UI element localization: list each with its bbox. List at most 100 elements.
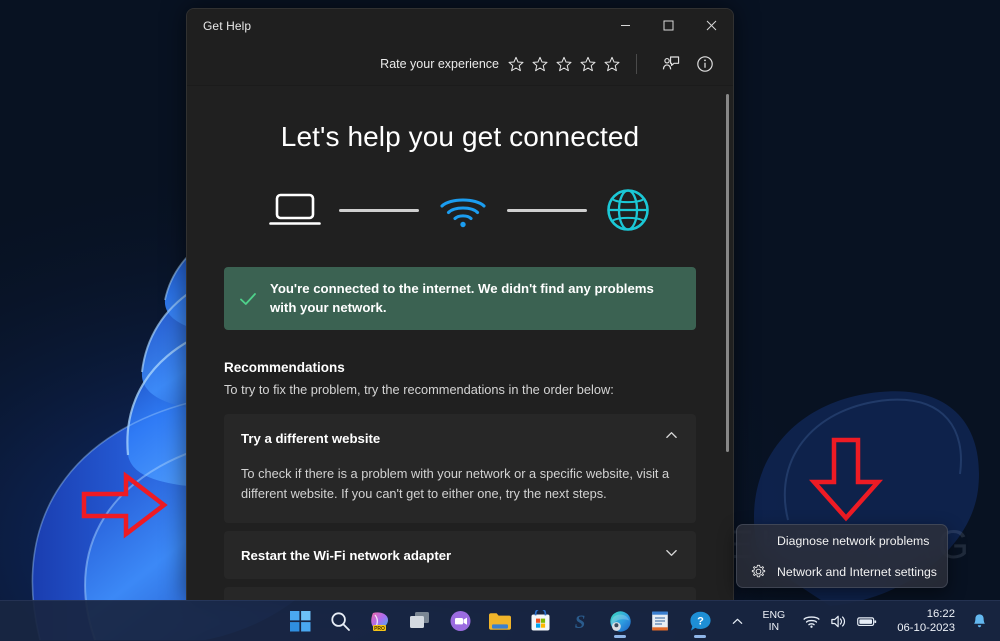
- system-tray: ENG IN 16:22 06-10-2023: [726, 601, 992, 641]
- status-message: You're connected to the internet. We did…: [270, 281, 654, 315]
- recommendation-card-header-2[interactable]: Restart the Wi-Fi network adapter: [224, 531, 696, 579]
- teams-chat-button[interactable]: [440, 601, 480, 641]
- skype-button[interactable]: S: [560, 601, 600, 641]
- rate-experience-label: Rate your experience: [380, 56, 499, 71]
- battery-tray-icon: [857, 616, 877, 626]
- search-button[interactable]: [320, 601, 360, 641]
- copilot-pro-button[interactable]: PRO: [360, 601, 400, 641]
- check-icon: [240, 292, 256, 305]
- recommendations-list: Try a different website To check if ther…: [188, 414, 732, 600]
- connection-diagram: [188, 187, 732, 233]
- red-arrow-right-annotation: [81, 471, 168, 539]
- page-title: Let's help you get connected: [280, 121, 640, 152]
- language-line-2: IN: [768, 621, 780, 633]
- folder-icon: [489, 612, 511, 630]
- chevron-down-glyph: [666, 550, 677, 557]
- menu-item-label: Network and Internet settings: [777, 564, 937, 579]
- volume-tray-icon: [831, 615, 846, 627]
- feedback-person-icon[interactable]: [657, 50, 685, 78]
- menu-item-label: Diagnose network problems: [777, 533, 930, 548]
- skype-icon: S: [575, 612, 586, 632]
- rating-stars[interactable]: [508, 56, 620, 72]
- app-running-indicator: [614, 635, 626, 638]
- globe-icon: [607, 189, 649, 231]
- star-icon-5[interactable]: [604, 56, 620, 72]
- taskbar: PRO S ? ENG IN 16:22 06-10-2023: [0, 600, 1000, 641]
- battery-tray-button[interactable]: [852, 611, 882, 632]
- tray-time: 16:22: [926, 608, 955, 620]
- notepad-icon: [652, 611, 668, 631]
- connection-line-2: [507, 208, 587, 212]
- get-help-button[interactable]: ?: [680, 601, 720, 641]
- status-banner: You're connected to the internet. We did…: [224, 267, 696, 331]
- info-circle-icon[interactable]: [691, 50, 719, 78]
- chevron-up-icon: [733, 618, 743, 624]
- window-controls: [604, 9, 733, 42]
- window-title: Get Help: [203, 18, 252, 33]
- app-toolbar: Rate your experience: [187, 42, 733, 86]
- wifi-tray-icon: [803, 615, 820, 628]
- app-running-indicator: [694, 635, 706, 638]
- window-titlebar: Get Help: [187, 9, 733, 42]
- wifi-icon: [440, 198, 486, 228]
- maximize-button[interactable]: [647, 9, 690, 42]
- star-icon-4[interactable]: [580, 56, 596, 72]
- toolbar-separator: [636, 53, 637, 74]
- window-content: Let's help you get connected You're conn…: [187, 86, 733, 600]
- notification-bell-icon: [974, 614, 985, 628]
- edge-icon: [609, 610, 631, 632]
- get-help-window: Get Help Rate your experience Let's help…: [186, 8, 734, 600]
- task-view-button[interactable]: [400, 601, 440, 641]
- star-icon-3[interactable]: [556, 56, 572, 72]
- notepad-button[interactable]: [640, 601, 680, 641]
- close-icon: [706, 20, 717, 31]
- volume-tray-button[interactable]: [825, 610, 852, 633]
- file-explorer-button[interactable]: [480, 601, 520, 641]
- gear-icon: [747, 564, 769, 579]
- clock-button[interactable]: 16:22 06-10-2023: [882, 601, 967, 641]
- recommendations-heading: Recommendations: [224, 360, 345, 376]
- recommendation-card-partial[interactable]: [224, 587, 696, 600]
- star-icon-1[interactable]: [508, 56, 524, 72]
- close-button[interactable]: [690, 9, 733, 42]
- show-hidden-icons-button[interactable]: [726, 611, 749, 632]
- network-context-menu: Diagnose network problems Network and In…: [736, 524, 948, 588]
- taskbar-apps: PRO S ?: [280, 601, 720, 641]
- content-scrollbar[interactable]: [726, 94, 729, 452]
- tray-date: 06-10-2023: [897, 622, 955, 634]
- gear-icon-glyph: [751, 564, 765, 578]
- recommendation-card-header-1[interactable]: Try a different website: [224, 414, 696, 462]
- feedback-icon-glyph: [662, 55, 680, 69]
- chat-icon: [450, 610, 470, 631]
- maximize-icon: [663, 20, 674, 31]
- connection-line-1: [339, 208, 419, 212]
- red-arrow-down-annotation: [808, 437, 884, 522]
- recommendations-subtext: To try to fix the problem, try the recom…: [224, 382, 614, 398]
- notification-bell-button[interactable]: [967, 609, 992, 633]
- svg-text:PRO: PRO: [374, 626, 385, 632]
- recommendation-body: To check if there is a problem with your…: [224, 462, 696, 524]
- desktop-screen: GEEKERMAG Get Help: [0, 0, 1000, 641]
- menu-item-diagnose-network-problems[interactable]: Diagnose network problems: [737, 525, 947, 556]
- task-view-icon: [410, 612, 429, 628]
- recommendation-title: Restart the Wi-Fi network adapter: [241, 547, 452, 563]
- start-button[interactable]: [280, 601, 320, 641]
- laptop-icon: [269, 193, 321, 225]
- chevron-down-icon[interactable]: [665, 546, 678, 564]
- language-indicator[interactable]: ENG IN: [749, 603, 798, 639]
- recommendation-card: Try a different website To check if ther…: [224, 414, 696, 524]
- menu-item-network-and-internet-settings[interactable]: Network and Internet settings: [737, 556, 947, 587]
- search-icon: [330, 611, 350, 631]
- svg-text:S: S: [575, 612, 586, 632]
- info-icon-glyph: [697, 55, 713, 72]
- wifi-tray-button[interactable]: [798, 610, 825, 633]
- language-line-1: ENG: [762, 609, 786, 621]
- chevron-up-glyph: [666, 432, 677, 439]
- microsoft-store-button[interactable]: [520, 601, 560, 641]
- windows-start-icon: [289, 610, 310, 631]
- copilot-pro-icon: PRO: [371, 612, 388, 632]
- minimize-button[interactable]: [604, 9, 647, 42]
- star-icon-2[interactable]: [532, 56, 548, 72]
- chevron-up-icon[interactable]: [665, 429, 678, 447]
- microsoft-edge-button[interactable]: [600, 601, 640, 641]
